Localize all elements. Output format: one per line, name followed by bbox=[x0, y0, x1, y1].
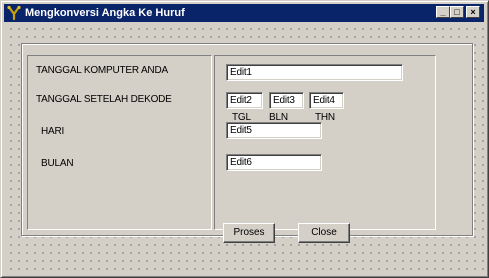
app-icon bbox=[6, 5, 22, 21]
fields-panel: TGL BLN THN bbox=[214, 55, 436, 230]
proses-button[interactable]: Proses bbox=[223, 223, 275, 243]
window-title: Mengkonversi Angka Ke Huruf bbox=[25, 7, 185, 19]
minimize-button[interactable]: _ bbox=[436, 6, 450, 18]
close-icon: × bbox=[470, 7, 476, 17]
edit1-field[interactable] bbox=[226, 64, 403, 81]
edit6-field[interactable] bbox=[226, 154, 322, 171]
edit4-field[interactable] bbox=[309, 92, 344, 109]
maximize-icon: □ bbox=[454, 7, 460, 17]
edit5-field[interactable] bbox=[226, 122, 322, 139]
labels-panel: TANGGAL KOMPUTER ANDA TANGGAL SETELAH DE… bbox=[27, 55, 212, 230]
app-window: Mengkonversi Angka Ke Huruf _ □ × TANGGA… bbox=[0, 0, 489, 278]
minimize-icon: _ bbox=[440, 7, 446, 17]
label-tanggal-setelah: TANGGAL SETELAH DEKODE bbox=[36, 94, 172, 105]
maximize-button[interactable]: □ bbox=[450, 6, 464, 18]
label-bulan: BULAN bbox=[41, 158, 74, 169]
close-window-button[interactable]: × bbox=[466, 6, 480, 18]
edit3-field[interactable] bbox=[269, 92, 304, 109]
form-client-area: TANGGAL KOMPUTER ANDA TANGGAL SETELAH DE… bbox=[5, 23, 484, 275]
close-button[interactable]: Close bbox=[298, 223, 350, 243]
label-hari: HARI bbox=[41, 126, 65, 137]
main-group-box: TANGGAL KOMPUTER ANDA TANGGAL SETELAH DE… bbox=[21, 43, 473, 236]
edit2-field[interactable] bbox=[226, 92, 263, 109]
label-tanggal-komputer: TANGGAL KOMPUTER ANDA bbox=[36, 65, 168, 76]
title-bar[interactable]: Mengkonversi Angka Ke Huruf _ □ × bbox=[4, 4, 484, 22]
